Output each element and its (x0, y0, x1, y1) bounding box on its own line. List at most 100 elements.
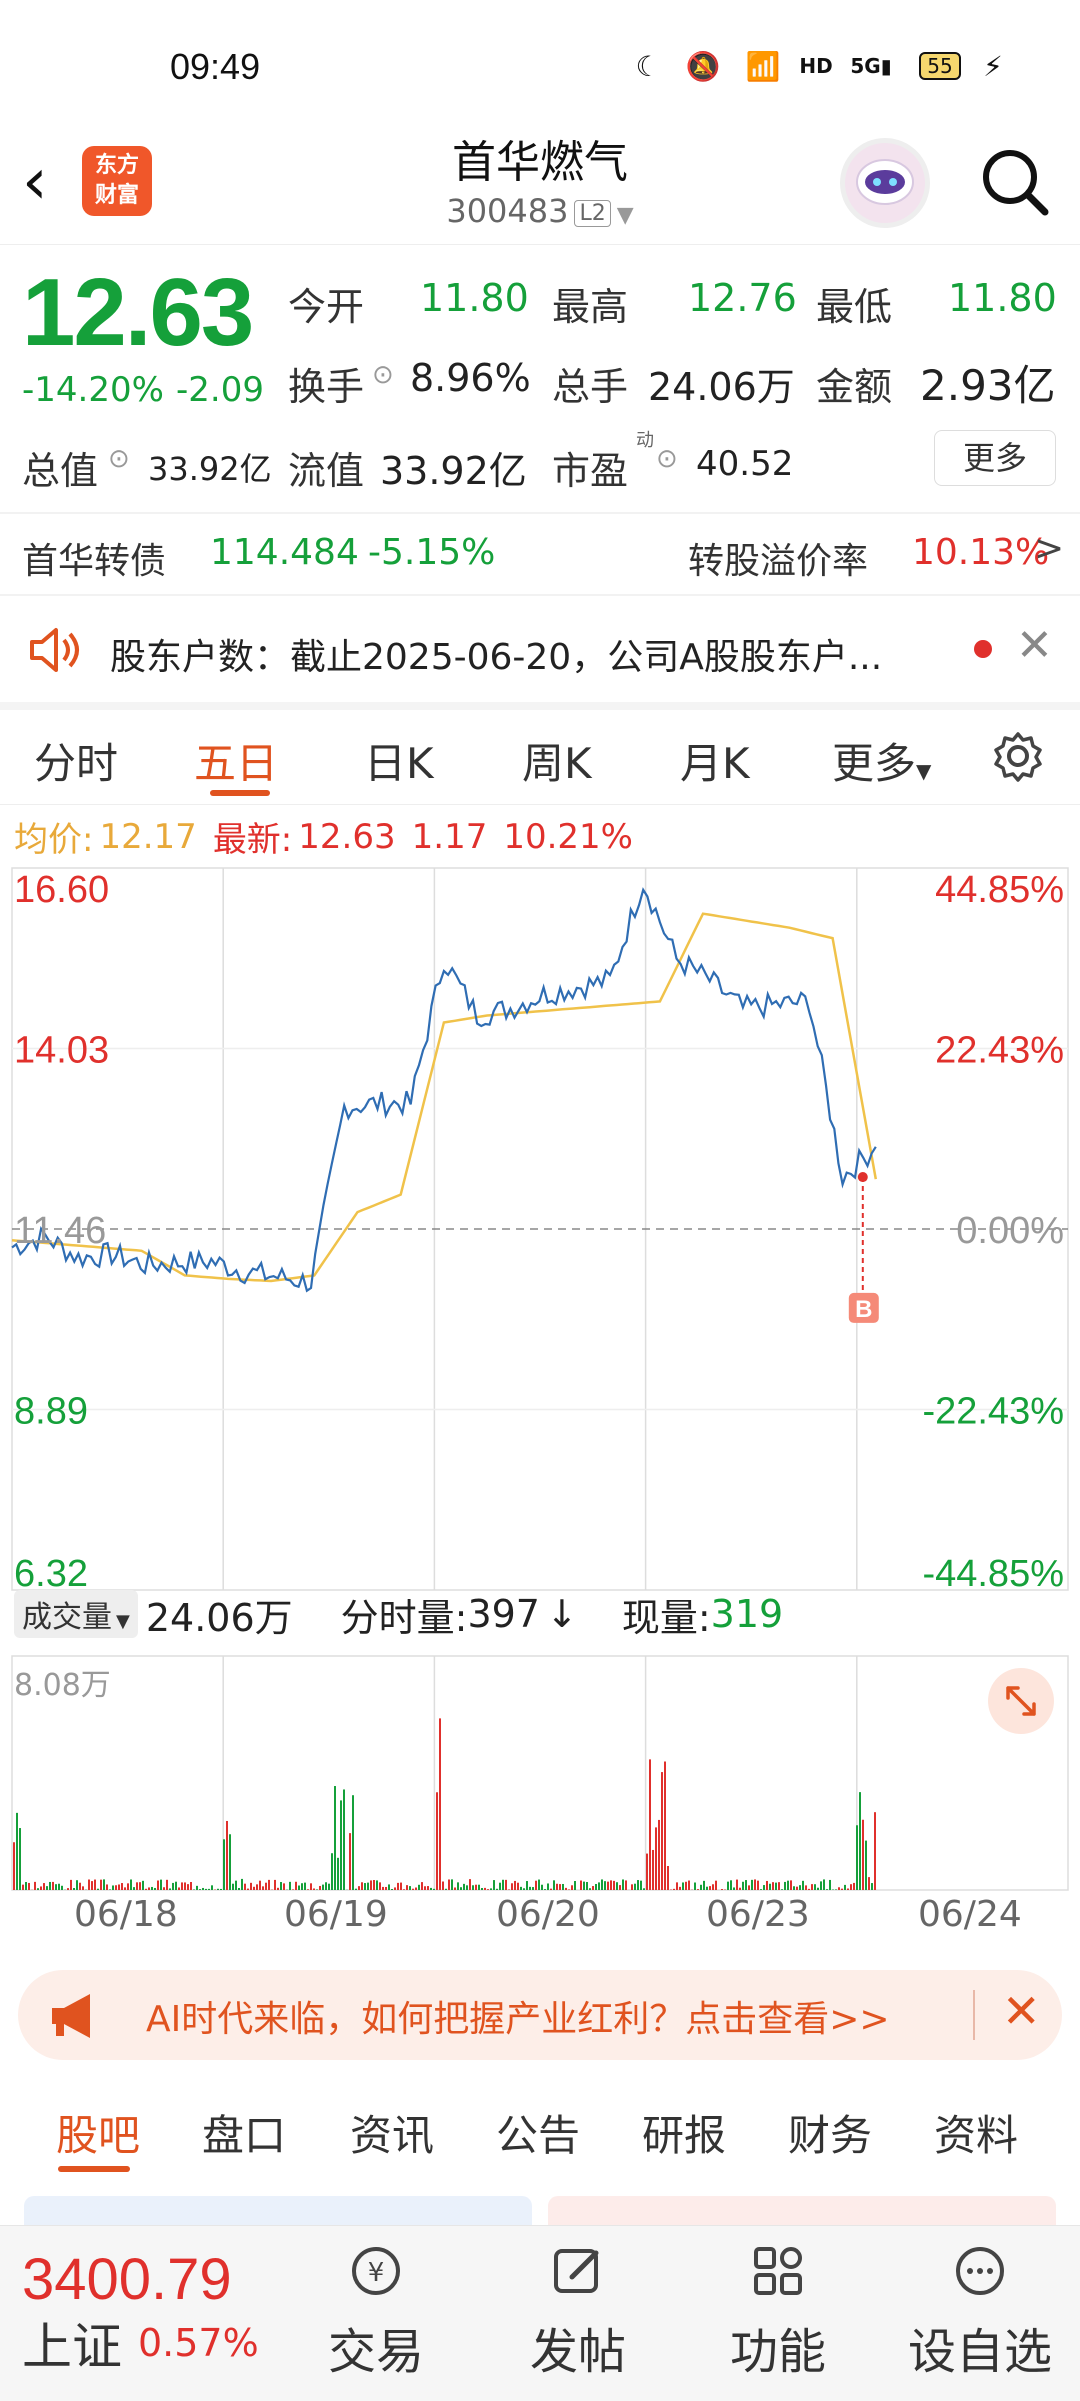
tab-daily-k[interactable]: 日K (364, 730, 434, 791)
change-pct: -14.20% (22, 370, 164, 410)
tab-intraday[interactable]: 分时 (34, 730, 118, 791)
chart-info-line: 均价: 12.17 最新: 12.63 1.17 10.21% (14, 812, 633, 861)
volume-label: 总手 (552, 365, 629, 409)
close-icon[interactable]: ✕ (1002, 1984, 1041, 2038)
stock-header: ‹ 东方 财富 首华燃气 300483 L2 ▼ (0, 120, 1080, 245)
marker-dot (857, 1172, 868, 1183)
pe-dynamic-mark: 动 (636, 430, 654, 451)
hd-icon: HD (799, 54, 833, 78)
tab-finance[interactable]: 财务 (788, 2102, 872, 2163)
divider (0, 594, 1080, 596)
tab-guba[interactable]: 股吧 (56, 2102, 140, 2163)
high-value: 12.76 (688, 276, 797, 320)
low-label: 最低 (816, 285, 893, 329)
notice-text: 股东户数：截止2025-06-20，公司A股股东户... (110, 637, 883, 678)
date-label: 06/18 (74, 1894, 178, 1935)
latest-label: 最新: (212, 820, 293, 860)
speaker-icon (26, 620, 86, 680)
battery-level: 55 (919, 52, 961, 80)
axis-ticks: 16.6014.0311.468.896.3244.85%22.43%0.00%… (14, 869, 1064, 1595)
tab-research[interactable]: 研报 (642, 2102, 726, 2163)
shareholder-notice[interactable]: 股东户数：截止2025-06-20，公司A股股东户... ✕ (0, 598, 1080, 702)
y-right-tick: 0.00% (956, 1210, 1064, 1252)
nav-function[interactable]: 功能 (698, 2236, 858, 2382)
nav-post[interactable]: 发帖 (498, 2236, 658, 2382)
search-icon[interactable] (975, 142, 1055, 222)
more-button[interactable]: 更多 (934, 430, 1056, 486)
level2-badge: L2 (574, 199, 611, 227)
nav-add-watchlist[interactable]: 设自选 (900, 2236, 1060, 2382)
amount-value: 2.93亿 (920, 361, 1056, 410)
y-right-tick: 22.43% (935, 1030, 1064, 1072)
index-ticker[interactable]: 3400.79 上证 0.57% (22, 2246, 259, 2379)
change-amount: -2.09 (176, 370, 264, 410)
stock-code: 300483 (446, 192, 569, 230)
battery-icon: 55 (908, 48, 972, 84)
dropdown-icon: ▼ (916, 759, 932, 783)
bond-pct: -5.15% (368, 532, 496, 573)
tab-weekly-k[interactable]: 周K (522, 730, 592, 791)
index-pct: 0.57% (138, 2321, 259, 2365)
ad-banner[interactable]: AI时代来临，如何把握产业红利？点击查看>> ✕ (18, 1970, 1062, 2060)
tab-pankou[interactable]: 盘口 (202, 2102, 286, 2163)
close-icon[interactable]: ✕ (1016, 620, 1053, 671)
avg-price-lines (11, 912, 878, 1283)
stock-code-row[interactable]: 300483 L2 ▼ (340, 192, 740, 230)
tab-five-day[interactable]: 五日 (194, 730, 278, 791)
expand-icon[interactable] (988, 1668, 1054, 1734)
dropdown-icon: ▼ (116, 1611, 130, 1632)
volume-label: 成交量 (22, 1600, 112, 1635)
turnover-label: 换手 (288, 365, 365, 409)
turnover-value: 8.96% (410, 356, 531, 400)
volume-frame (11, 1655, 1069, 1891)
premium-label: 转股溢价率 (688, 541, 869, 582)
eastmoney-logo: 东方 财富 (82, 146, 152, 216)
grid-icon (698, 2236, 858, 2306)
tick-volume: 397 (467, 1592, 540, 1636)
high-label: 最高 (552, 285, 629, 329)
pe-value: 40.52 (696, 444, 794, 484)
marker-label: B (855, 1296, 872, 1323)
back-button[interactable]: ‹ (22, 142, 72, 222)
volume-total: 24.06万 (145, 1595, 293, 1640)
open-label: 今开 (288, 285, 365, 329)
active-tab-indicator (58, 2166, 130, 2172)
open-value: 11.80 (420, 276, 529, 320)
tab-monthly-k[interactable]: 月K (680, 730, 750, 791)
divider (973, 1990, 975, 2040)
pe-label: 市盈 (552, 449, 629, 493)
more-dots-icon (900, 2236, 1060, 2306)
tab-announcements[interactable]: 公告 (496, 2102, 580, 2163)
nav-trade[interactable]: ¥ 交易 (296, 2236, 456, 2382)
avg-line (11, 912, 878, 1283)
tab-news[interactable]: 资讯 (350, 2102, 434, 2163)
unread-dot (974, 640, 992, 658)
tick-volume-label: 分时量: (340, 1595, 468, 1640)
chart-tabs: 分时 五日 日K 周K 月K 更多▼ (0, 712, 1080, 802)
settings-gear-icon[interactable] (990, 728, 1046, 784)
edit-icon (498, 2236, 658, 2306)
date-label: 06/19 (284, 1894, 388, 1935)
volume-value: 24.06万 (648, 365, 795, 409)
ai-robot-icon[interactable] (840, 138, 930, 228)
tab-more[interactable]: 更多▼ (832, 730, 931, 791)
avg-value: 12.17 (99, 816, 197, 857)
y-right-tick: -44.85% (922, 1553, 1064, 1595)
convertible-bond-row[interactable]: 首华转债 114.484 -5.15% 转股溢价率 10.13% > (0, 514, 1080, 594)
current-price: 12.63 (22, 259, 254, 366)
charging-icon: ⚡ (983, 49, 1003, 83)
date-label: 06/20 (496, 1894, 600, 1935)
price-lines (11, 887, 877, 1293)
mute-icon: 🔕 (685, 49, 721, 83)
chevron-right-icon: > (1034, 528, 1065, 569)
mktcap-label: 总值 (22, 449, 99, 493)
five-day-chart[interactable]: 16.6014.0311.468.896.3244.85%22.43%0.00%… (0, 862, 1080, 1892)
bottom-bar: 3400.79 上证 0.57% ¥ 交易 发帖 功能 设自选 (0, 2225, 1080, 2401)
tab-profile[interactable]: 资料 (934, 2102, 1018, 2163)
volume-indicator-select[interactable]: 成交量 ▼ (14, 1590, 138, 1638)
date-label: 06/24 (918, 1894, 1022, 1935)
y-right-tick: 44.85% (935, 869, 1064, 911)
section-gap (0, 702, 1080, 710)
svg-text:¥: ¥ (368, 2258, 385, 2288)
stock-name[interactable]: 首华燃气 (340, 126, 740, 190)
